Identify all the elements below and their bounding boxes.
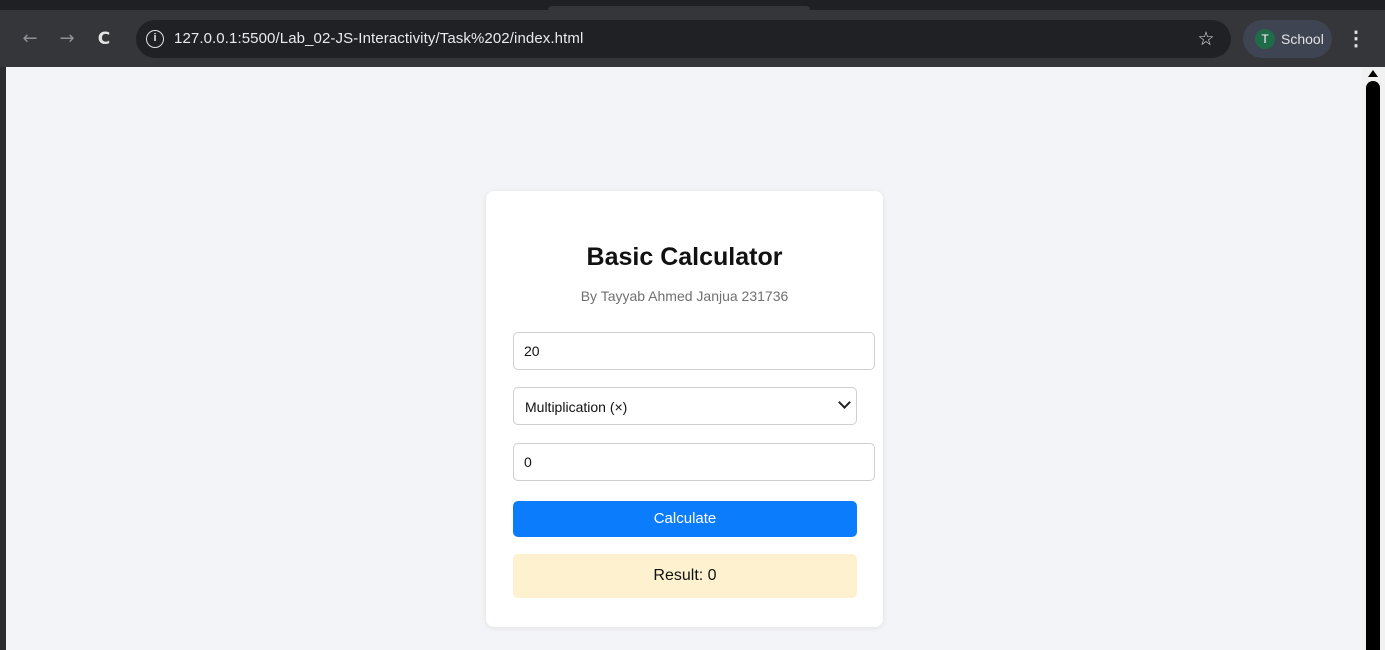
profile-avatar: T: [1255, 29, 1275, 49]
result-display: Result: 0: [513, 554, 857, 598]
browser-toolbar: ← → C i 127.0.0.1:5500/Lab_02-JS-Interac…: [0, 10, 1385, 67]
forward-icon[interactable]: →: [53, 25, 81, 53]
back-icon[interactable]: ←: [16, 25, 44, 53]
chevron-down-icon: [838, 396, 851, 409]
address-bar[interactable]: i 127.0.0.1:5500/Lab_02-JS-Interactivity…: [136, 20, 1231, 58]
tab-strip: [0, 0, 1385, 10]
operation-select[interactable]: Multiplication (×): [513, 387, 857, 425]
calculate-button[interactable]: Calculate: [513, 501, 857, 537]
scroll-up-icon[interactable]: [1368, 70, 1378, 77]
reload-icon[interactable]: C: [90, 25, 118, 53]
more-menu-icon[interactable]: ⋮: [1344, 25, 1368, 53]
operation-select-value: Multiplication (×): [525, 399, 628, 415]
calculator-card: Basic Calculator By Tayyab Ahmed Janjua …: [486, 191, 883, 627]
url-text[interactable]: 127.0.0.1:5500/Lab_02-JS-Interactivity/T…: [174, 30, 583, 48]
author-subtitle: By Tayyab Ahmed Janjua 231736: [580, 288, 789, 304]
site-info-icon[interactable]: i: [146, 30, 164, 48]
page-viewport: Basic Calculator By Tayyab Ahmed Janjua …: [6, 67, 1362, 650]
scrollbar-thumb[interactable]: [1366, 81, 1380, 650]
vertical-scrollbar[interactable]: [1362, 67, 1385, 650]
first-number-input[interactable]: [513, 332, 875, 370]
page-title: Basic Calculator: [586, 243, 783, 271]
second-number-input[interactable]: [513, 443, 875, 481]
profile-label: School: [1281, 31, 1324, 47]
bookmark-star-icon[interactable]: ☆: [1193, 26, 1219, 52]
profile-button[interactable]: T School: [1243, 20, 1332, 58]
